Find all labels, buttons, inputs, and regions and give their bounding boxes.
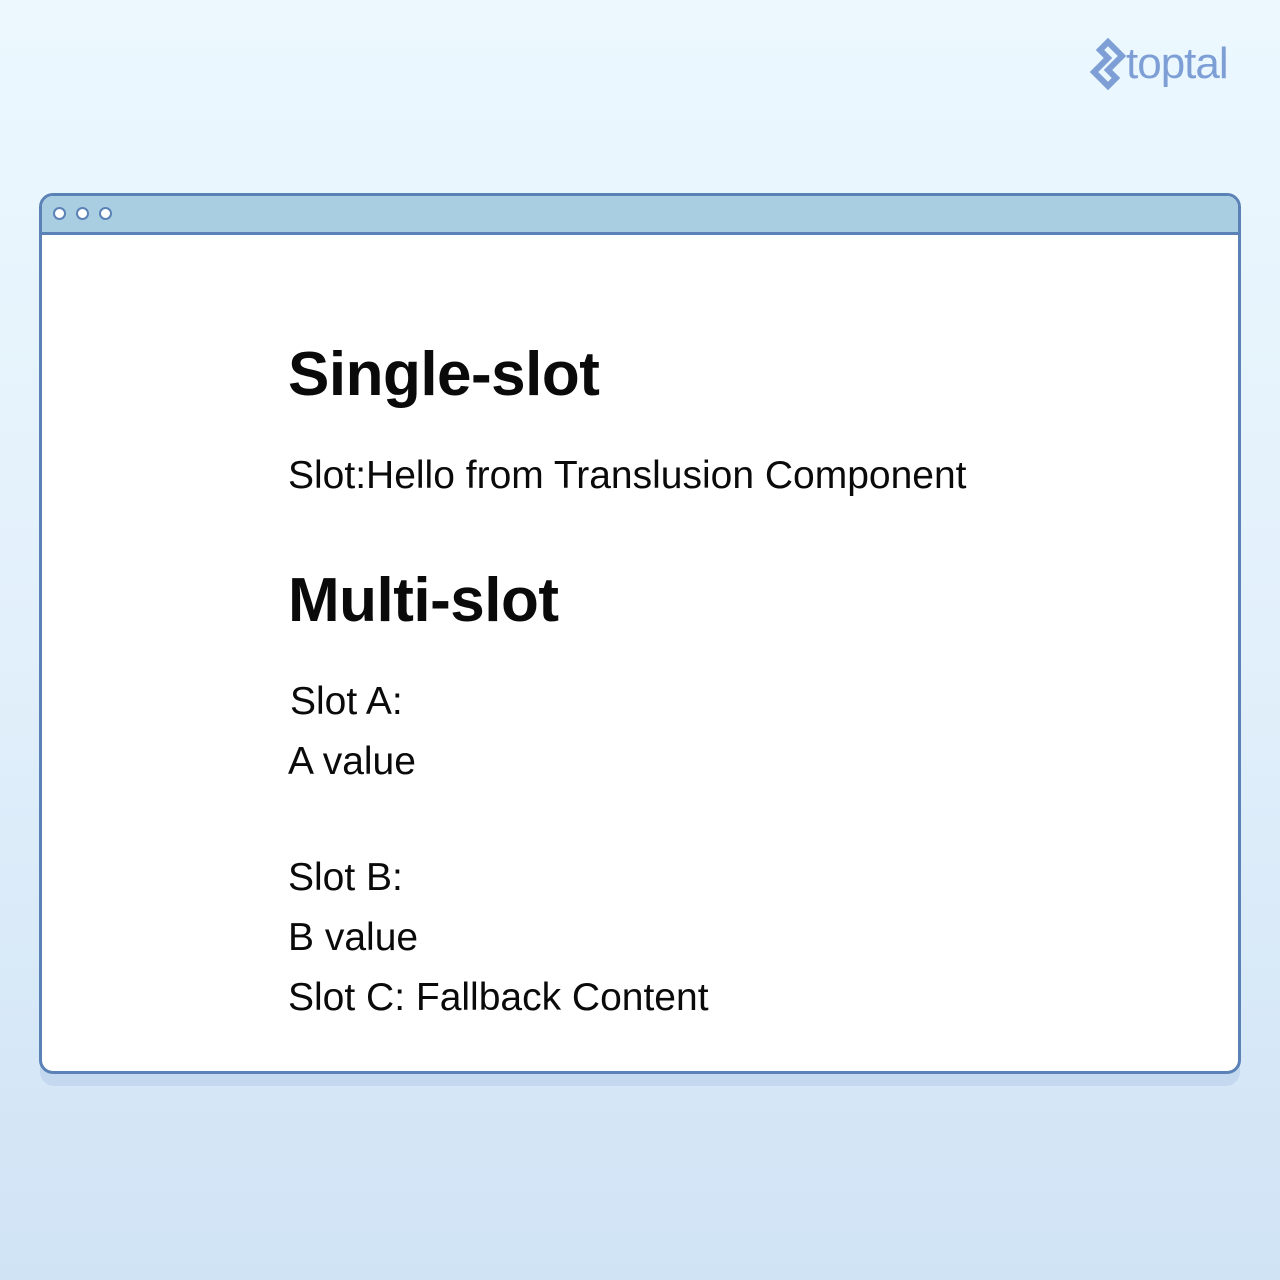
single-slot-text: Slot:Hello from Translusion Component	[288, 454, 967, 497]
brand-name: toptal	[1126, 39, 1229, 88]
window-control-minimize[interactable]	[76, 207, 89, 220]
window-control-maximize[interactable]	[99, 207, 112, 220]
browser-window: Single-slot Slot:Hello from Translusion …	[39, 193, 1241, 1074]
single-slot-heading: Single-slot	[288, 340, 600, 409]
toptal-logo-icon	[1089, 38, 1127, 90]
window-titlebar	[42, 196, 1238, 235]
window-control-close[interactable]	[53, 207, 66, 220]
slot-a-value: A value	[288, 740, 416, 783]
toptal-logo: toptal	[1088, 34, 1248, 94]
slot-b-value: B value	[288, 916, 419, 959]
multi-slot-heading: Multi-slot	[288, 566, 559, 635]
slot-a-label: Slot A:	[290, 680, 403, 723]
slot-b-label: Slot B:	[288, 856, 403, 899]
slot-c-text: Slot C: Fallback Content	[288, 976, 709, 1019]
